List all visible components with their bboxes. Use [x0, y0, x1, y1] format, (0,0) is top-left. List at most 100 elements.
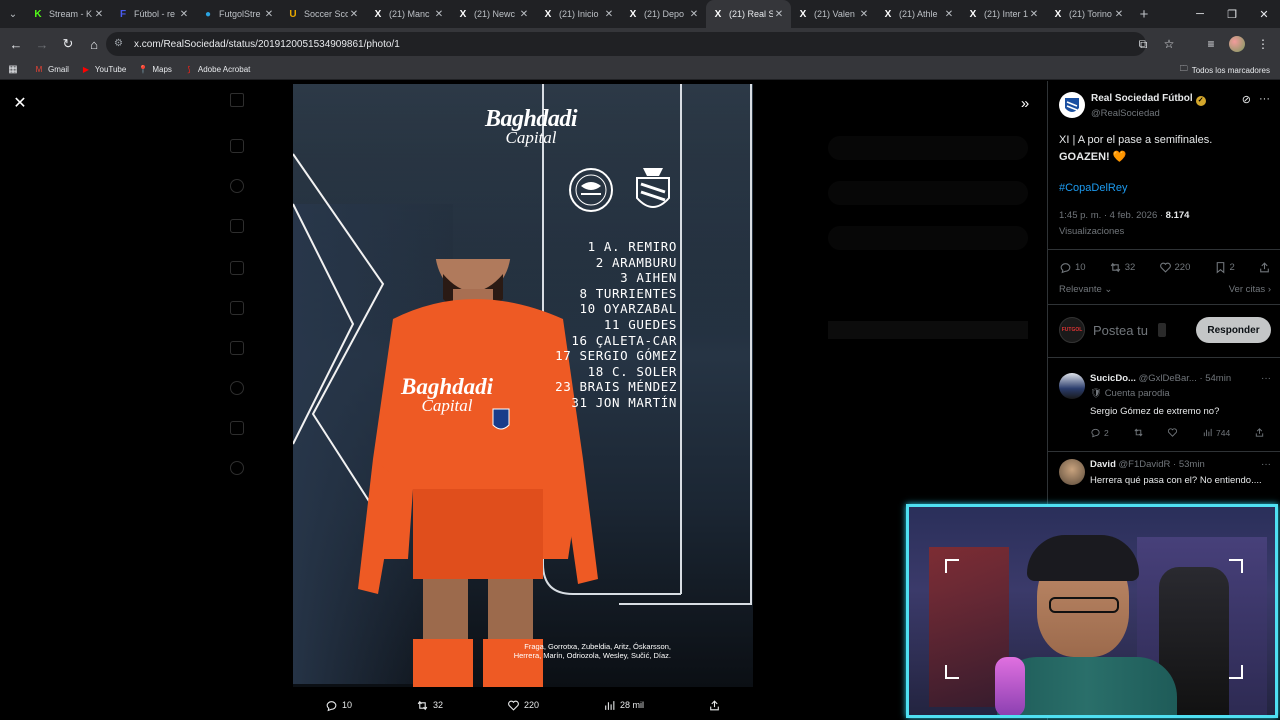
reply-actions: 2 744 [1090, 427, 1265, 438]
share-stat[interactable] [1258, 261, 1271, 274]
tweet-stats: 10 32 220 2 [1059, 261, 1271, 274]
views-chart-icon [605, 700, 615, 710]
browser-tab[interactable]: K Stream - K ✕ [26, 0, 111, 28]
tab-favicon-icon: ● [204, 8, 212, 20]
browser-tab[interactable]: X (21) Valen ✕ [791, 0, 876, 28]
reply-reply[interactable]: 2 [1090, 427, 1109, 438]
lineup-photo[interactable]: Baghdadi Capital Baghdadi Capital 1 A. R… [293, 84, 753, 687]
reply-avatar[interactable] [1059, 459, 1085, 485]
close-viewer-icon[interactable]: ✕ [11, 95, 29, 113]
browser-tab[interactable]: X (21) Newc ✕ [451, 0, 536, 28]
forward-icon[interactable]: → [30, 32, 54, 56]
tab-close-icon[interactable]: ✕ [263, 9, 275, 20]
profile-avatar[interactable] [1226, 33, 1248, 55]
reply-header: SucicDo... @GxlDeBar... · 54min [1090, 373, 1232, 384]
reload-icon[interactable]: ↻ [56, 32, 80, 56]
repost-action[interactable]: 32 [416, 699, 443, 712]
browser-tab[interactable]: X (21) Manc ✕ [366, 0, 451, 28]
tab-close-icon[interactable]: ✕ [858, 9, 870, 20]
restore-icon[interactable]: ❐ [1216, 0, 1248, 28]
trends-ghost [828, 321, 1028, 339]
tab-close-icon[interactable]: ✕ [688, 9, 700, 20]
home-icon[interactable]: ⌂ [82, 32, 106, 56]
reply-avatar[interactable] [1059, 373, 1085, 399]
reply-item[interactable]: SucicDo... @GxlDeBar... · 54min ··· 🛡 Cu… [1059, 373, 1271, 443]
install-app-icon[interactable]: ⧉ [1132, 33, 1154, 55]
minimize-icon[interactable]: ─ [1184, 0, 1216, 28]
all-bookmarks[interactable]: 🗀 Todos los marcadores [1180, 60, 1270, 80]
media-controls-icon[interactable]: ≡ [1200, 33, 1222, 55]
browser-tab[interactable]: X (21) Inicio ✕ [536, 0, 621, 28]
hashtag-link[interactable]: #CopaDelRey [1059, 182, 1127, 194]
share-action[interactable] [708, 699, 721, 712]
tab-close-icon[interactable]: ✕ [773, 9, 785, 20]
bookmark-acrobat[interactable]: ⟆ Adobe Acrobat [184, 65, 250, 75]
browser-tab[interactable]: X (21) Torino ✕ [1046, 0, 1131, 28]
reply-views[interactable]: 744 [1202, 427, 1230, 438]
browser-tab[interactable]: X (21) Athle ✕ [876, 0, 961, 28]
more-options-icon[interactable]: ··· [1261, 459, 1271, 470]
reply-action[interactable]: 10 [325, 699, 352, 712]
tweet-timestamp[interactable]: 1:45 p. m. · 4 feb. 2026 · 8.174 [1059, 210, 1189, 221]
bookmark-stat[interactable]: 2 [1214, 261, 1235, 274]
address-bar[interactable]: ⚙ x.com/RealSociedad/status/201912005153… [106, 32, 1146, 56]
like-action[interactable]: 220 [507, 699, 539, 712]
views-action[interactable]: 28 mil [603, 699, 644, 712]
tab-title: Soccer Sco [304, 9, 348, 19]
browser-tab[interactable]: X (21) Real S ✕ [706, 0, 791, 28]
browser-tab[interactable]: X (21) Inter 1 ✕ [961, 0, 1046, 28]
like-stat[interactable]: 220 [1159, 261, 1190, 274]
grok-icon[interactable]: ⊘ [1242, 93, 1251, 106]
apps-grid-icon[interactable]: ▦ [8, 64, 22, 75]
browser-tab[interactable]: F Fútbol - re ✕ [111, 0, 196, 28]
reply-repost[interactable] [1133, 427, 1144, 438]
new-tab-button[interactable]: + [1131, 6, 1157, 23]
url-text[interactable]: x.com/RealSociedad/status/20191200515349… [134, 39, 400, 50]
browser-tab[interactable]: X (21) Depo ✕ [621, 0, 706, 28]
bookmark-maps[interactable]: 📍 Maps [138, 65, 172, 75]
reply-item[interactable]: David @F1DavidR · 53min ··· Herrera qué … [1059, 459, 1271, 509]
more-options-icon[interactable]: ··· [1259, 93, 1270, 106]
tab-title: FutgolStre [219, 9, 261, 19]
tab-favicon-icon: X [969, 8, 977, 20]
site-info-icon[interactable]: ⚙ [114, 38, 126, 50]
reply-button[interactable]: Responder [1196, 317, 1271, 343]
view-quotes-link[interactable]: Ver citas › [1229, 284, 1271, 295]
repost-stat[interactable]: 32 [1109, 261, 1135, 274]
browser-tab[interactable]: ● FutgolStre ✕ [196, 0, 281, 28]
tab-favicon-icon: U [289, 8, 297, 20]
tab-title: (21) Real S [729, 9, 773, 19]
back-icon[interactable]: ← [4, 32, 28, 56]
browser-menu-icon[interactable]: ⋮ [1252, 33, 1274, 55]
reply-stat[interactable]: 10 [1059, 261, 1086, 274]
lineup-player: 18 C. SOLER [587, 363, 677, 379]
reply-share[interactable] [1254, 427, 1265, 438]
bookmark-youtube[interactable]: ▶ YouTube [81, 65, 127, 75]
author-name[interactable]: Real Sociedad Fútbol ✓ [1091, 93, 1206, 106]
tab-close-icon[interactable]: ✕ [1028, 9, 1040, 20]
tab-close-icon[interactable]: ✕ [178, 9, 190, 20]
tab-close-icon[interactable]: ✕ [518, 9, 530, 20]
sort-dropdown[interactable]: Relevante ⌄ [1059, 284, 1112, 295]
tab-close-icon[interactable]: ✕ [603, 9, 615, 20]
tab-favicon-icon: X [714, 8, 722, 20]
reply-like[interactable] [1167, 427, 1178, 438]
close-window-icon[interactable]: ✕ [1248, 0, 1280, 28]
author-handle[interactable]: @RealSociedad [1091, 108, 1160, 119]
user-avatar[interactable]: FUTGOL [1059, 317, 1085, 343]
bookmark-star-icon[interactable]: ☆ [1158, 33, 1180, 55]
bookmark-gmail[interactable]: M Gmail [34, 65, 69, 75]
browser-tab[interactable]: U Soccer Sco ✕ [281, 0, 366, 28]
streamer-cap [1027, 535, 1139, 581]
reply-input[interactable]: Postea tu [1093, 323, 1148, 338]
cursor-marker [1157, 323, 1166, 337]
expand-panel-icon[interactable]: » [1016, 95, 1034, 113]
tab-close-icon[interactable]: ✕ [93, 9, 105, 20]
tab-close-icon[interactable]: ✕ [943, 9, 955, 20]
tab-close-icon[interactable]: ✕ [433, 9, 445, 20]
tab-close-icon[interactable]: ✕ [348, 9, 360, 20]
tab-close-icon[interactable]: ✕ [1113, 9, 1125, 20]
author-avatar[interactable] [1059, 92, 1085, 118]
more-options-icon[interactable]: ··· [1261, 373, 1271, 384]
tab-search-icon[interactable]: ⌄ [0, 0, 26, 28]
